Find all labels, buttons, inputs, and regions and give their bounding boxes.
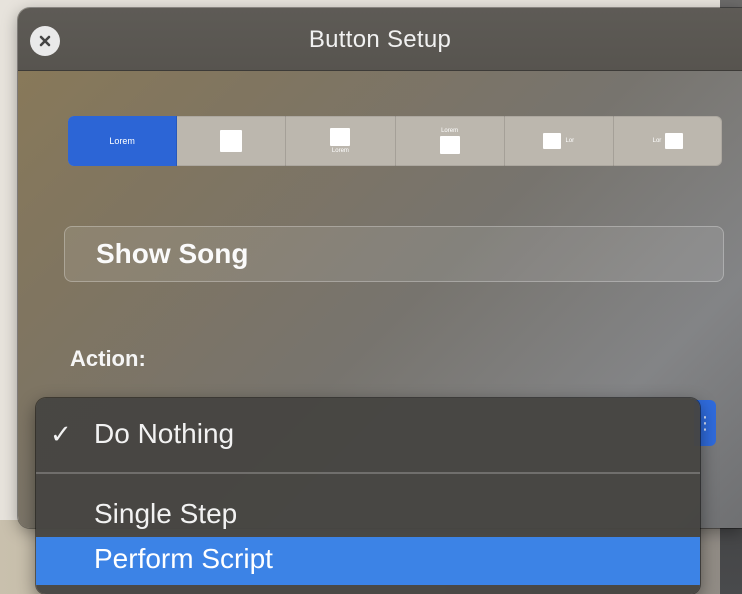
- segment-label-only[interactable]: Lorem: [68, 116, 178, 166]
- title-bar: Button Setup: [18, 8, 742, 71]
- image-below-icon: Lorem: [439, 128, 460, 154]
- checkmark-icon: ✓: [50, 419, 72, 449]
- segment-label: Lorem: [441, 128, 459, 134]
- image-right-icon: Lor: [653, 133, 684, 149]
- menu-item-label: Do Nothing: [94, 418, 235, 449]
- segment-label: Lor: [652, 138, 662, 144]
- segment-image-only[interactable]: [177, 116, 287, 166]
- button-name-field[interactable]: Show Song: [64, 226, 724, 282]
- image-above-icon: Lorem: [330, 128, 351, 154]
- menu-item-label: Perform Script: [94, 543, 273, 574]
- menu-separator: [36, 472, 700, 474]
- menu-item-single-step[interactable]: Single Step: [36, 494, 700, 534]
- action-label: Action:: [70, 346, 146, 371]
- action-dropdown-menu: ✓ Do Nothing Single Step Perform Script: [36, 398, 700, 594]
- menu-item-do-nothing[interactable]: ✓ Do Nothing: [36, 414, 700, 454]
- menu-item-perform-script[interactable]: Perform Script: [36, 537, 700, 585]
- window-title: Button Setup: [308, 26, 452, 53]
- segment-label: Lor: [565, 138, 575, 144]
- label-position-segmented-control[interactable]: Lorem Lorem Lorem Lor Lor: [68, 116, 722, 166]
- segment-label: Lorem: [109, 136, 135, 146]
- image-only-icon: [220, 130, 243, 152]
- segment-label: Lorem: [331, 148, 349, 154]
- segment-image-left[interactable]: Lor: [505, 116, 614, 166]
- image-left-icon: Lor: [543, 133, 574, 149]
- segment-image-below[interactable]: Lorem: [396, 116, 505, 166]
- segment-image-above[interactable]: Lorem: [286, 116, 396, 166]
- segment-image-right[interactable]: Lor: [614, 116, 722, 166]
- menu-item-label: Single Step: [94, 498, 238, 529]
